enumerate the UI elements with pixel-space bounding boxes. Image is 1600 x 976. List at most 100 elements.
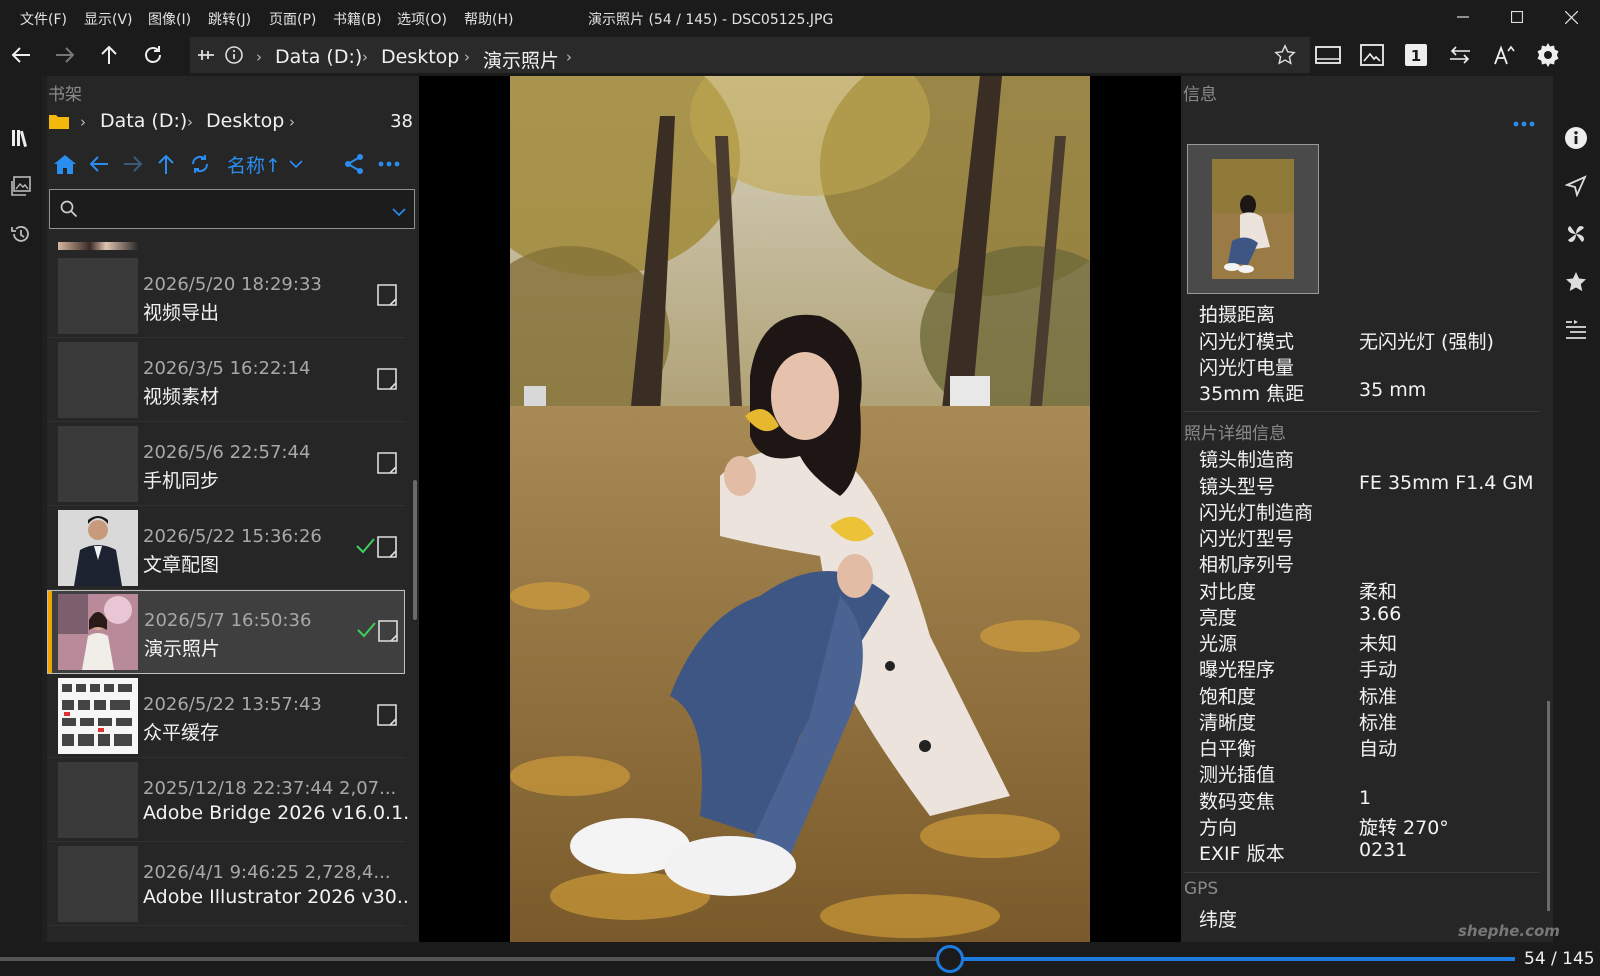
section-header: 照片详细信息 bbox=[1184, 424, 1286, 444]
info-key: 清晰度 bbox=[1199, 712, 1257, 734]
outline-list-icon[interactable] bbox=[1560, 314, 1592, 346]
home-icon[interactable] bbox=[53, 150, 77, 178]
panel-refresh-icon[interactable] bbox=[189, 150, 211, 178]
item-date: 2026/5/6 22:57:44 bbox=[143, 442, 311, 463]
list-item[interactable]: 2025/12/18 22:37:44 2,07... Adobe Bridge… bbox=[47, 758, 411, 842]
info-key: 方向 bbox=[1199, 817, 1238, 839]
menu-view[interactable]: 显示(V) bbox=[84, 9, 133, 29]
left-rail bbox=[0, 76, 42, 942]
search-input[interactable] bbox=[49, 189, 415, 229]
info-value: 0231 bbox=[1359, 839, 1408, 861]
refresh-icon[interactable] bbox=[136, 38, 170, 72]
sort-label: 名称↑ bbox=[227, 154, 281, 177]
list-item[interactable]: 2026/4/1 9:46:25 2,728,4... Adobe Illust… bbox=[47, 842, 411, 926]
menu-options[interactable]: 选项(O) bbox=[397, 9, 447, 29]
image-icon[interactable] bbox=[1355, 38, 1389, 72]
info-key: 镜头型号 bbox=[1199, 476, 1276, 498]
address-crumb-folder[interactable]: 演示照片 bbox=[483, 46, 559, 73]
list-item-selected[interactable]: 2026/5/7 16:50:36 演示照片 bbox=[47, 590, 405, 674]
folder-thumbnail bbox=[58, 258, 138, 334]
menu-jump[interactable]: 跳转(J) bbox=[208, 9, 251, 29]
divider bbox=[1184, 411, 1539, 412]
bookshelf-icon[interactable] bbox=[5, 122, 37, 154]
info-scrollbar[interactable] bbox=[1547, 701, 1550, 911]
panel-up-icon[interactable] bbox=[156, 150, 176, 178]
navigate-icon[interactable] bbox=[1560, 170, 1592, 202]
slider-thumb[interactable] bbox=[936, 945, 964, 973]
single-page-icon[interactable] bbox=[1311, 38, 1345, 72]
address-bar[interactable]: › Data (D:) › Desktop › 演示照片 › bbox=[190, 37, 1310, 73]
maximize-button[interactable] bbox=[1494, 0, 1540, 34]
chevron-right-icon: › bbox=[256, 48, 262, 66]
address-crumb-drive[interactable]: Data (D:) bbox=[275, 46, 362, 68]
star-icon[interactable] bbox=[1560, 266, 1592, 298]
slider-track[interactable] bbox=[0, 957, 950, 961]
chevron-down-icon[interactable] bbox=[392, 202, 406, 221]
address-crumb-desktop[interactable]: Desktop bbox=[381, 46, 459, 68]
share-icon[interactable] bbox=[343, 150, 365, 178]
gallery-icon[interactable] bbox=[5, 170, 37, 202]
chevron-right-icon: › bbox=[362, 48, 368, 66]
page-number-icon[interactable]: 1 bbox=[1399, 38, 1433, 72]
folder-icon bbox=[49, 113, 69, 133]
close-button[interactable] bbox=[1548, 0, 1594, 34]
list-item[interactable]: 2026/5/22 13:57:43 众平缓存 bbox=[47, 674, 405, 758]
panel-title: 书架 bbox=[48, 85, 82, 105]
pinwheel-icon[interactable] bbox=[1560, 218, 1592, 250]
info-value: 柔和 bbox=[1359, 581, 1398, 603]
info-circle-icon[interactable] bbox=[224, 45, 244, 69]
menu-book[interactable]: 书籍(B) bbox=[333, 9, 382, 29]
item-date: 2026/3/5 16:22:14 bbox=[143, 358, 311, 379]
swap-direction-icon[interactable] bbox=[1443, 38, 1477, 72]
info-key: 拍摄距离 bbox=[1199, 304, 1276, 326]
up-icon[interactable] bbox=[92, 38, 126, 72]
bookmark-box-icon[interactable] bbox=[378, 620, 398, 646]
folder-thumbnail bbox=[58, 678, 138, 754]
panel-crumb-drive[interactable]: Data (D:) bbox=[100, 110, 187, 132]
panel-crumb-desktop[interactable]: Desktop bbox=[206, 110, 284, 132]
item-count: 38 bbox=[390, 111, 413, 132]
info-value: FE 35mm F1.4 GM bbox=[1359, 472, 1534, 494]
menu-file[interactable]: 文件(F) bbox=[20, 9, 67, 29]
more-icon[interactable] bbox=[1513, 112, 1535, 131]
menu-help[interactable]: 帮助(H) bbox=[464, 9, 513, 29]
info-key: 光源 bbox=[1199, 633, 1238, 655]
list-item[interactable]: 2026/5/20 18:29:33 视频导出 bbox=[47, 254, 405, 338]
info-key: 纬度 bbox=[1199, 909, 1238, 931]
main-photo[interactable] bbox=[510, 76, 1090, 942]
history-icon[interactable] bbox=[5, 218, 37, 250]
slider-track-active[interactable] bbox=[950, 957, 1515, 961]
menu-image[interactable]: 图像(I) bbox=[148, 9, 191, 29]
star-outline-icon[interactable] bbox=[1274, 44, 1296, 70]
watermark: shephe.com bbox=[1458, 922, 1560, 940]
image-viewer[interactable] bbox=[419, 76, 1181, 942]
back-icon[interactable] bbox=[4, 38, 38, 72]
sort-dropdown[interactable]: 名称↑ bbox=[227, 150, 303, 178]
info-icon[interactable] bbox=[1560, 122, 1592, 154]
info-key: 闪光灯型号 bbox=[1199, 528, 1295, 550]
panel-forward-icon[interactable] bbox=[122, 150, 144, 178]
bookmark-box-icon[interactable] bbox=[377, 536, 397, 562]
font-size-icon[interactable] bbox=[1487, 38, 1521, 72]
info-key: 亮度 bbox=[1199, 607, 1238, 629]
info-key: 闪光灯制造商 bbox=[1199, 502, 1314, 524]
menu-page[interactable]: 页面(P) bbox=[269, 9, 316, 29]
pin-icon[interactable] bbox=[196, 45, 216, 69]
minimize-button[interactable] bbox=[1440, 0, 1486, 34]
info-value: 1 bbox=[1359, 787, 1372, 809]
forward-icon[interactable] bbox=[48, 38, 82, 72]
bookmark-box-icon[interactable] bbox=[377, 368, 397, 394]
info-key: 饱和度 bbox=[1199, 686, 1257, 708]
bookmark-box-icon[interactable] bbox=[377, 452, 397, 478]
panel-back-icon[interactable] bbox=[88, 150, 110, 178]
gear-icon[interactable] bbox=[1531, 38, 1565, 72]
info-key: EXIF 版本 bbox=[1199, 843, 1285, 865]
list-scrollbar[interactable] bbox=[413, 480, 417, 620]
list-item[interactable]: 2026/5/22 15:36:26 文章配图 bbox=[47, 506, 405, 590]
list-item[interactable]: 2026/5/6 22:57:44 手机同步 bbox=[47, 422, 405, 506]
more-icon[interactable] bbox=[378, 150, 400, 178]
list-item[interactable]: 2026/3/5 16:22:14 视频素材 bbox=[47, 338, 405, 422]
bookmark-box-icon[interactable] bbox=[377, 704, 397, 730]
bookmark-box-icon[interactable] bbox=[377, 284, 397, 310]
check-icon bbox=[356, 620, 376, 644]
